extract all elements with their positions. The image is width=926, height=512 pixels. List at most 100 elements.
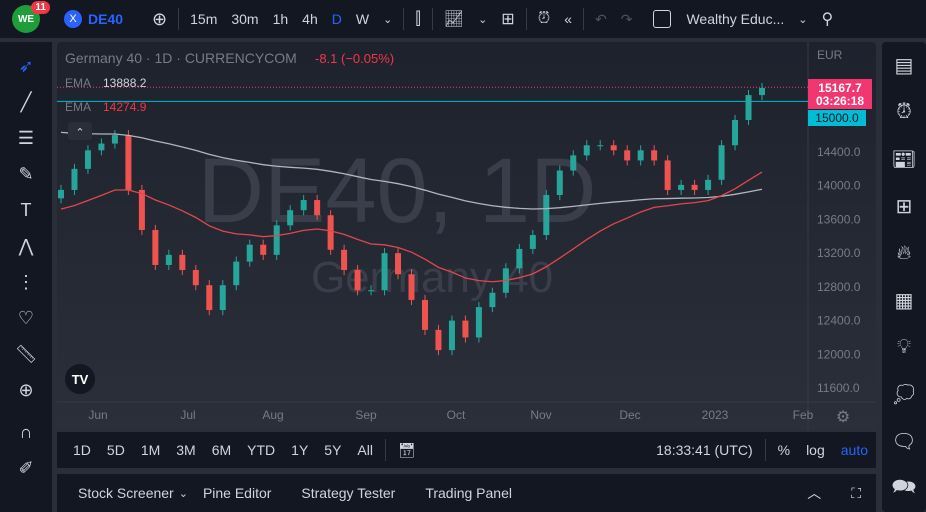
log-toggle[interactable]: log [798, 442, 833, 458]
prediction-icon[interactable]: ⋮ [0, 264, 52, 300]
divider [384, 439, 386, 461]
range-1d[interactable]: 1D [65, 442, 99, 458]
range-all[interactable]: All [349, 442, 381, 458]
fib-lines-icon[interactable]: ☰ [0, 120, 52, 156]
chevron-up-icon: ⌃ [75, 127, 84, 139]
redo-icon[interactable]: ↷ [614, 11, 640, 28]
candle-body [233, 261, 240, 286]
layout-name[interactable]: Wealthy Educ... [679, 11, 791, 27]
range-5y[interactable]: 5Y [316, 442, 349, 458]
search-icon[interactable]: ⚲ [814, 9, 840, 29]
messages-icon[interactable]: 🗨︎ [882, 418, 926, 465]
undo-icon[interactable]: ↶ [588, 11, 614, 28]
tf-d[interactable]: D [325, 11, 349, 27]
candles-icon[interactable]: ⫿ [408, 9, 427, 29]
alert-clock-icon[interactable]: ⏰︎ [531, 10, 557, 28]
price-chart[interactable]: DE40, 1D Germany 40 14400.014000.013600.… [57, 42, 876, 430]
maximize-icon[interactable]: ⛶ [836, 485, 876, 502]
candle-body [583, 145, 590, 156]
candle-body [368, 290, 375, 292]
candle-body [408, 274, 415, 300]
candle-body [745, 95, 752, 120]
replay-icon[interactable]: « [557, 11, 579, 27]
candle-body [475, 307, 482, 338]
magnet-icon[interactable]: ∩ [0, 414, 52, 450]
trendline-icon[interactable]: ╱ [0, 84, 52, 120]
news-icon[interactable]: 📰︎ [882, 136, 926, 183]
tf-30m[interactable]: 30m [224, 11, 265, 27]
add-list-icon[interactable]: ⊞ [882, 183, 926, 230]
ema2-label: EMA [65, 100, 91, 114]
time-tick-label: 2023 [702, 408, 729, 422]
clock-timezone[interactable]: 18:33:41 (UTC) [648, 442, 760, 458]
text-icon[interactable]: T [0, 192, 52, 228]
symbol-search[interactable]: DE40 [88, 11, 123, 27]
chevron-up-icon[interactable]: ︿ [792, 483, 836, 503]
help-chat-icon[interactable]: 🗪 [882, 465, 926, 512]
pattern-icon[interactable]: ⋀ [0, 228, 52, 264]
candle-body [138, 189, 145, 230]
divider [764, 439, 766, 461]
pencil-lock-icon[interactable]: ✐ [0, 450, 52, 486]
tf-4h[interactable]: 4h [295, 11, 325, 27]
heart-icon[interactable]: ♡ [0, 300, 52, 336]
time-tick-label: Aug [262, 408, 283, 422]
candle-body [192, 270, 199, 286]
tab-pine-editor[interactable]: Pine Editor [188, 485, 286, 501]
price-tick-label: 11600.0 [817, 381, 860, 395]
candle-body [516, 248, 523, 269]
currency-label[interactable]: EUR [817, 48, 843, 62]
alarm-clock-icon[interactable]: ⏰︎ [882, 89, 926, 136]
watermark-symbol: DE40, 1D [198, 140, 597, 242]
chevron-down-icon[interactable]: ⌄ [471, 13, 494, 26]
chevron-down-icon[interactable]: ⌄ [376, 13, 399, 26]
candle-body [651, 150, 658, 161]
watchlist-icon[interactable]: ▤ [882, 42, 926, 89]
price-tick-label: 12000.0 [817, 347, 861, 361]
candle-body [206, 285, 213, 311]
range-1m[interactable]: 1M [133, 442, 168, 458]
range-3m[interactable]: 3M [168, 442, 203, 458]
range-ytd[interactable]: YTD [239, 442, 283, 458]
candle-body [637, 150, 644, 161]
fullscreen-layout-icon[interactable] [653, 10, 672, 28]
time-tick-label: Oct [447, 408, 466, 422]
compare-add-icon[interactable]: ⊕ [145, 9, 174, 30]
tf-1h[interactable]: 1h [266, 11, 296, 27]
tf-w[interactable]: W [349, 11, 376, 27]
chart-pane[interactable]: DE40, 1D Germany 40 14400.0 14000.0 13600.… [57, 42, 876, 430]
brush-icon[interactable]: ✎ [0, 156, 52, 192]
range-1y[interactable]: 1Y [283, 442, 316, 458]
candle-body [152, 229, 159, 265]
tab-strategy-tester[interactable]: Strategy Tester [286, 485, 410, 501]
chevron-down-icon[interactable]: ⌄ [179, 487, 188, 500]
ruler-icon[interactable]: 📏︎ [0, 336, 52, 372]
candle-body [273, 225, 280, 255]
drawing-toolbar: ➶ ╱ ☰ ✎ T ⋀ ⋮ ♡ 📏︎ ⊕ ∩ ✐ [0, 42, 52, 512]
tab-stock-screener[interactable]: Stock Screener [63, 485, 189, 501]
candle-body [71, 168, 78, 190]
ideas-lightbulb-icon[interactable]: 💡︎ [882, 324, 926, 371]
range-5d[interactable]: 5D [99, 442, 133, 458]
chat-icon[interactable]: 💭︎ [882, 371, 926, 418]
candle-body [84, 150, 91, 169]
candle-body [300, 200, 307, 211]
candle-body [597, 145, 604, 147]
tf-15m[interactable]: 15m [183, 11, 224, 27]
goto-date-icon[interactable]: 📅︎ [390, 442, 424, 459]
auto-toggle[interactable]: auto [833, 442, 876, 458]
range-6m[interactable]: 6M [204, 442, 239, 458]
indicators-icon[interactable]: 📈︎ [437, 9, 471, 29]
settings-gear-icon[interactable]: ⚙ [836, 409, 850, 426]
zoom-in-icon[interactable]: ⊕ [0, 372, 52, 408]
user-avatar[interactable]: WE 11 [12, 1, 50, 33]
percent-toggle[interactable]: % [770, 442, 798, 458]
hotlist-fire-icon[interactable]: 🔥︎ [882, 230, 926, 277]
tab-trading-panel[interactable]: Trading Panel [410, 485, 527, 501]
chevron-down-icon[interactable]: ⌄ [791, 13, 814, 26]
calendar-icon[interactable]: ▦ [882, 277, 926, 324]
candle-body [219, 285, 226, 311]
cursor-icon[interactable]: ➶ [0, 48, 52, 84]
candle-body [705, 179, 712, 190]
layout-grid-icon[interactable]: ⊞ [494, 9, 521, 29]
